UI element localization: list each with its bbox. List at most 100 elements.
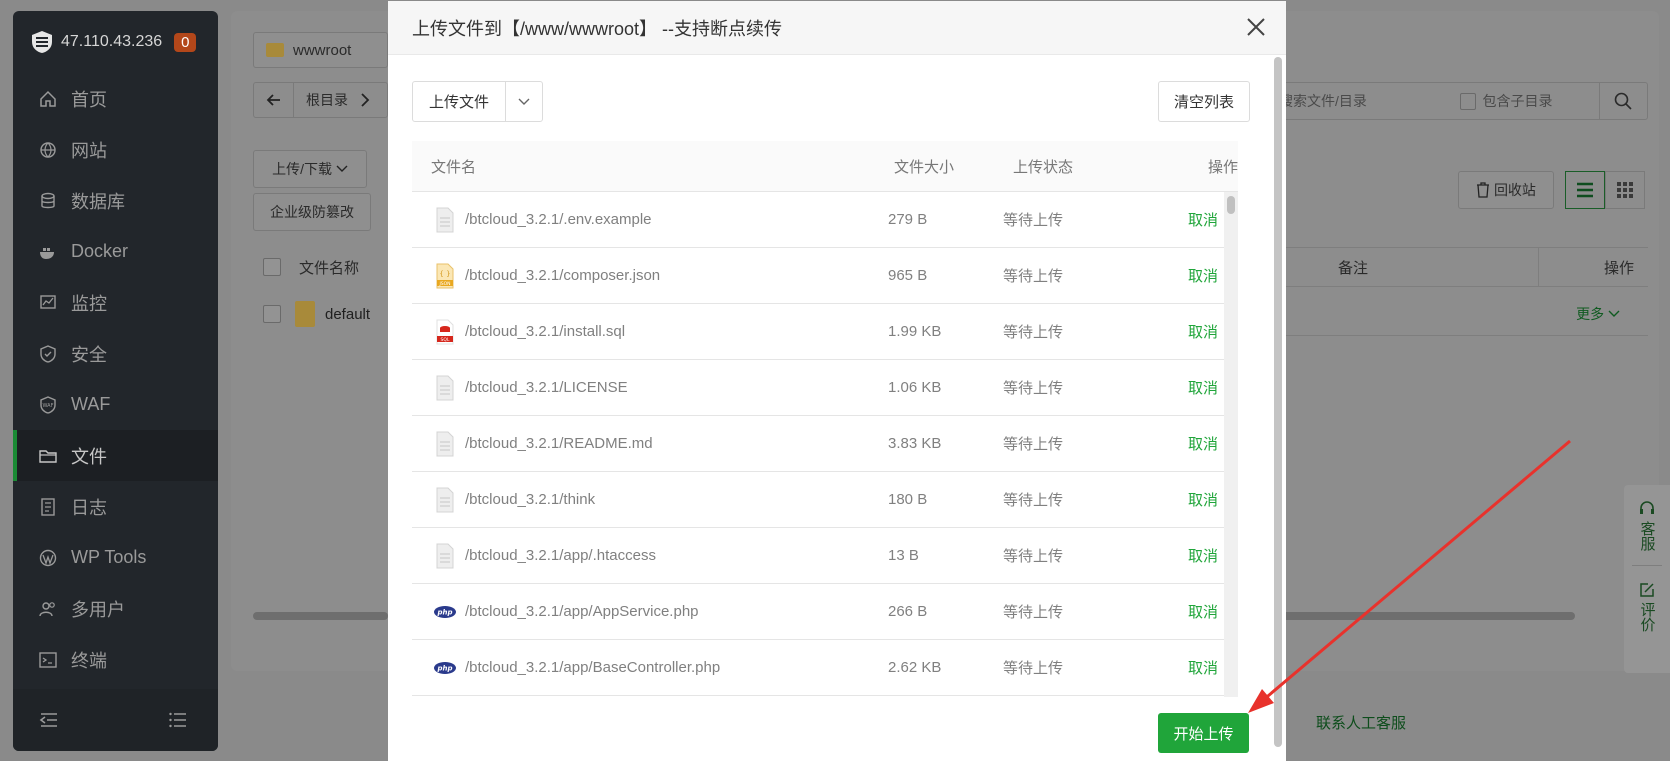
more-link[interactable]: 更多 xyxy=(1576,304,1604,324)
file-size: 180 B xyxy=(888,491,928,508)
sidebar-item[interactable]: 首页 xyxy=(13,73,218,124)
col-name: 文件名 xyxy=(431,158,477,176)
sidebar-item[interactable]: 文件 xyxy=(13,430,218,481)
php-file-icon: php xyxy=(434,599,456,625)
row-checkbox[interactable] xyxy=(263,305,281,323)
table-row: SQL/btcloud_3.2.1/install.sql 1.99 KB 等待上传… xyxy=(412,304,1238,360)
sidebar-item-label: 首页 xyxy=(71,89,107,110)
horizontal-scrollbar[interactable] xyxy=(253,612,388,620)
sidebar-item[interactable]: WP Tools xyxy=(13,532,218,583)
sidebar-menu: 首页网站 数据库 Docker 监控安全 WAF WAF 文件 日志 WP Tools 多用户终端 xyxy=(13,73,218,685)
log-icon xyxy=(39,497,57,516)
back-button[interactable] xyxy=(254,83,294,117)
collapse-menu-icon[interactable] xyxy=(39,710,59,730)
monitor-icon xyxy=(39,294,57,312)
list-view-button[interactable] xyxy=(1565,171,1605,209)
file-icon xyxy=(434,207,456,233)
upload-status: 等待上传 xyxy=(1003,660,1064,677)
grid-view-button[interactable] xyxy=(1605,171,1645,209)
review-button[interactable]: 评价 xyxy=(1639,566,1656,632)
start-upload-button[interactable]: 开始上传 xyxy=(1158,713,1249,753)
chevron-down-icon xyxy=(336,165,348,172)
upload-file-button[interactable]: 上传文件 xyxy=(413,82,507,121)
file-size: 2.62 KB xyxy=(888,659,942,676)
search-button[interactable] xyxy=(1598,83,1647,119)
menu-list-icon[interactable] xyxy=(168,710,188,730)
sidebar-item[interactable]: 日志 xyxy=(13,481,218,532)
search-input[interactable]: 搜索文件/目录 xyxy=(1271,91,1460,111)
table-scrollbar[interactable] xyxy=(1224,192,1238,697)
sidebar-item[interactable]: 安全 xyxy=(13,328,218,379)
file-table-header-right: 备注 操作 xyxy=(1270,247,1648,287)
home-icon xyxy=(39,90,57,108)
upload-modal: 上传文件到【/www/wwwroot】 --支持断点续传 上传文件 清空列表 文… xyxy=(388,1,1286,761)
table-body: /btcloud_3.2.1/.env.example 279 B 等待上传 取消{ … xyxy=(412,192,1238,697)
folder-icon xyxy=(295,301,315,327)
sidebar-item-label: Docker xyxy=(71,241,129,261)
file-size: 266 B xyxy=(888,603,928,620)
customer-service-button[interactable]: 客服 xyxy=(1639,485,1656,551)
path-tab[interactable]: wwwroot xyxy=(253,32,388,68)
anti-tamper-button[interactable]: 企业级防篡改 xyxy=(253,193,371,231)
grid-view-icon xyxy=(1617,182,1633,198)
svg-text:php: php xyxy=(436,608,452,616)
sidebar-item[interactable]: Docker xyxy=(13,226,218,277)
col-remark[interactable]: 备注 xyxy=(1338,257,1538,278)
sidebar-item[interactable]: 网站 xyxy=(13,124,218,175)
file-size: 3.83 KB xyxy=(888,435,942,452)
horizontal-scrollbar[interactable] xyxy=(1270,612,1575,620)
modal-scrollbar[interactable] xyxy=(1274,57,1282,747)
close-button[interactable] xyxy=(1244,15,1268,39)
upload-download-button[interactable]: 上传/下载 xyxy=(253,150,367,188)
bt-logo-icon xyxy=(32,31,52,53)
table-row: php/btcloud_3.2.1/app/AppService.php 266 … xyxy=(412,584,1238,640)
file-name: /btcloud_3.2.1/app/AppService.php xyxy=(465,603,699,620)
col-filename[interactable]: 文件名称 xyxy=(299,257,359,278)
waf-icon: WAF xyxy=(39,395,57,414)
sidebar-item-label: 终端 xyxy=(71,650,107,671)
sidebar-item-label: 安全 xyxy=(71,344,107,365)
sidebar-item-label: 监控 xyxy=(71,293,107,314)
file-name-cell: SQL/btcloud_3.2.1/install.sql xyxy=(412,319,880,345)
upload-status: 等待上传 xyxy=(1003,380,1064,397)
chevron-down-icon xyxy=(518,98,530,105)
clear-list-button[interactable]: 清空列表 xyxy=(1158,81,1251,122)
table-row: /btcloud_3.2.1/think 180 B 等待上传 取消 xyxy=(412,472,1238,528)
upload-download-label: 上传/下载 xyxy=(272,161,332,177)
sidebar-item[interactable]: 多用户 xyxy=(13,583,218,634)
sidebar-item[interactable]: WAF WAF xyxy=(13,379,218,430)
contact-support-link[interactable]: 联系人工客服 xyxy=(1316,712,1406,733)
include-subdir-checkbox[interactable] xyxy=(1459,92,1477,110)
recycle-bin-label: 回收站 xyxy=(1493,182,1536,198)
sidebar: 47.110.43.236 0 首页网站 数据库 Docker 监控安全 WAF WAF 文… xyxy=(13,11,218,751)
sidebar-item[interactable]: 终端 xyxy=(13,634,218,685)
json-file-icon: { } JSON xyxy=(434,263,456,289)
file-name: /btcloud_3.2.1/LICENSE xyxy=(465,379,628,396)
scrollbar-thumb[interactable] xyxy=(1227,196,1235,214)
path-nav: 根目录 xyxy=(253,82,388,118)
terminal-icon xyxy=(39,651,57,669)
sidebar-item[interactable]: 监控 xyxy=(13,277,218,328)
row-filename[interactable]: default xyxy=(325,306,370,323)
upload-status: 等待上传 xyxy=(1003,436,1064,453)
arrow-left-icon xyxy=(266,94,280,106)
folder-icon xyxy=(39,447,57,465)
notification-badge[interactable]: 0 xyxy=(174,32,197,52)
file-size: 279 B xyxy=(888,211,928,228)
file-name-cell: /btcloud_3.2.1/.env.example xyxy=(412,207,880,233)
file-icon xyxy=(434,375,456,401)
upload-options-dropdown[interactable] xyxy=(506,82,542,121)
table-row[interactable]: default xyxy=(253,292,388,336)
server-ip[interactable]: 47.110.43.236 xyxy=(61,33,162,51)
select-all-checkbox[interactable] xyxy=(263,258,281,276)
breadcrumb-root[interactable]: 根目录 xyxy=(294,90,348,110)
sidebar-item[interactable]: 数据库 xyxy=(13,175,218,226)
customer-service-label: 客服 xyxy=(1638,521,1656,551)
upload-status: 等待上传 xyxy=(1003,324,1064,341)
file-table-header: 文件名称 xyxy=(253,247,388,287)
table-row: /btcloud_3.2.1/app/.htaccess 13 B 等待上传 取消 xyxy=(412,528,1238,584)
chevron-right-icon xyxy=(361,93,370,107)
recycle-bin-button[interactable]: 回收站 xyxy=(1458,171,1554,209)
sql-file-icon: SQL xyxy=(434,319,456,345)
table-row: php/btcloud_3.2.1/app/BaseController.php… xyxy=(412,640,1238,696)
